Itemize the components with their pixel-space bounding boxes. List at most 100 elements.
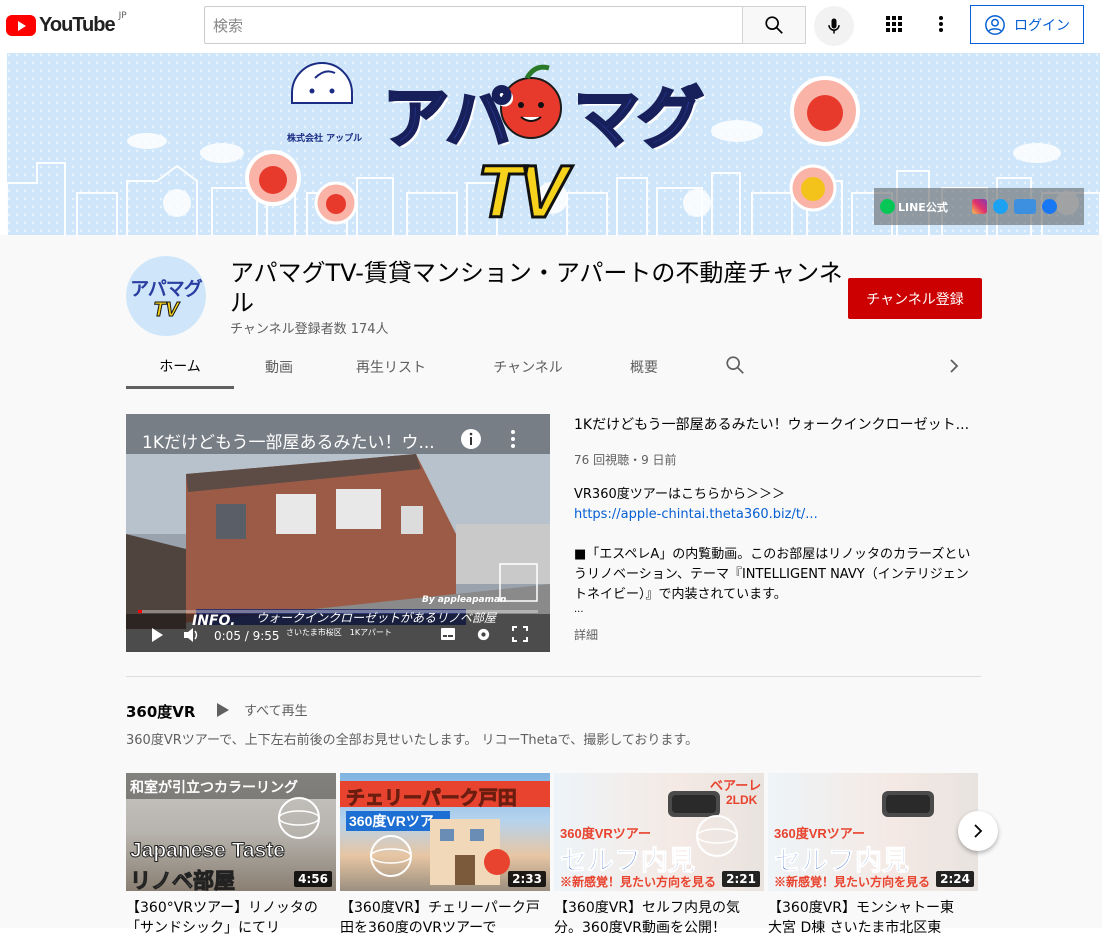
banner-title-part1: アパ [382,80,514,157]
vr360-icon [278,797,320,839]
video-duration: 2:24 [936,871,974,887]
shelf-title[interactable]: 360度VR [126,701,195,722]
company-logo: 株式会社 アップル [287,134,363,144]
channel-banner: 株式会社 アップル アパ マグ TV LINE公式 [7,53,1100,235]
play-all-label: すべて再生 [244,704,308,719]
progress-bar[interactable] [138,610,538,613]
subscriber-count: チャンネル登録者数 174人 [230,322,389,337]
settings-more-button[interactable] [931,14,951,34]
more-details-link[interactable]: 詳細 [574,626,598,643]
banner-title: アパ マグ [382,65,706,161]
instagram-icon[interactable] [971,199,987,214]
video-duration: 2:33 [508,871,546,887]
vr360-icon [696,815,738,857]
tab-videos[interactable]: 動画 [234,345,324,389]
play-icon [217,702,229,717]
station-badge [484,849,510,875]
player-title[interactable]: 1Kだけどもう一部屋あるみたい！ウ... [142,428,442,453]
video-title[interactable]: 【360度VR】チェリーパーク戸田を360度のVRツアーで [340,898,540,938]
thumb-caption: ※新感覚！見たい方向を見る [774,875,931,889]
shelf-description: 360度VRツアーで、上下左右前後の全部お見せいたします。 リコーThetaで、… [126,733,699,748]
twitter-icon[interactable] [992,199,1008,214]
top-bar: YouTube JP 検索 ログイン [0,0,1102,52]
shelf-next-button[interactable] [958,811,998,851]
search-icon [765,16,783,34]
channel-tabs: ホーム 動画 再生リスト チャンネル 概要 [126,345,690,389]
overlay-by: By appleapaman [422,595,507,605]
avatar[interactable]: アパマグ TV [126,256,206,336]
vr-headset-image [882,791,934,817]
subscribe-button[interactable]: チャンネル登録 [848,278,982,319]
desc-line2: ■「エスペレA」の内覧動画。このお部屋はリノッタのカラーズというリノベーション、… [574,547,971,602]
fullscreen-icon[interactable] [512,626,528,642]
featured-video-title[interactable]: 1Kだけどもう一部屋あるみたい！ウォークインクローゼット... [574,414,974,434]
section-divider [126,676,981,677]
logo-text: YouTube [39,13,116,36]
thumb-caption: 2LDK [726,793,758,807]
more-vert-icon[interactable] [506,428,520,450]
play-all-button[interactable]: すべて再生 [216,700,308,719]
info-icon[interactable] [460,428,482,450]
voice-search-button[interactable] [814,6,854,46]
youtube-play-icon [6,14,36,36]
video-thumbnail[interactable]: 360度VRツアー セルフ内見 ※新感覚！見たい方向を見る 2:24 [768,773,978,891]
tabs-scroll-right[interactable] [944,354,968,378]
line-icon [880,199,895,214]
video-duration: 2:21 [722,871,760,887]
tab-channels[interactable]: チャンネル [458,345,598,389]
thumb-caption: チェリーパーク戸田 [346,788,518,810]
line-label: LINE公式 [898,200,948,214]
account-circle-icon [985,14,1005,35]
login-label: ログイン [1014,17,1070,34]
line-link[interactable]: LINE公式 [880,199,948,215]
subtitles-icon[interactable] [440,627,456,641]
thumb-caption: Japanese Taste [130,839,286,863]
banner-links: LINE公式 [874,188,1084,225]
search-icon [726,356,744,374]
desc-link[interactable]: https://apple-chintai.theta360.biz/t/... [574,505,978,525]
video-thumbnail[interactable]: 和室が引立つカラーリング Japanese Taste リノベ部屋 4:56 [126,773,336,891]
channel-name: アパマグTV-賃貸マンション・アパートの不動産チャンネル [230,259,843,317]
featured-video-meta: 76 回視聴・9 日前 [574,453,677,467]
video-title[interactable]: 【360度VR】モンシャトー東大宮 D棟 さいたま市北区東 [768,898,968,938]
tab-playlists[interactable]: 再生リスト [324,345,458,389]
search-input[interactable]: 検索 [204,6,742,44]
search-placeholder: 検索 [213,16,244,35]
tab-about[interactable]: 概要 [598,345,690,389]
region-label: JP [118,11,127,21]
chevron-right-icon [950,359,959,373]
volume-icon[interactable] [182,626,200,644]
search-button[interactable] [742,6,806,44]
progress-fill [138,610,142,613]
thumb-caption: ※新感覚！見たい方向を見る [560,875,717,889]
chevron-right-icon [974,824,983,838]
play-icon[interactable] [150,627,164,643]
vr360-icon [370,835,412,877]
channel-search-button[interactable] [724,354,748,378]
mic-icon [828,18,840,34]
avatar-text: アパマグ [130,278,203,300]
settings-gear-icon[interactable] [475,626,492,643]
video-title[interactable]: 【360°VRツアー】リノッタの「サンドシック」にてリ [126,898,326,938]
desc-ellipsis: ... [574,604,584,615]
login-button[interactable]: ログイン [970,5,1084,44]
video-duration: 4:56 [294,871,332,887]
video-title[interactable]: 【360度VR】セルフ内見の気分。360度VR動画を公開！ [554,898,754,938]
apps-button[interactable] [884,14,904,34]
avatar-tv: TV [153,298,180,321]
featured-video-description: VR360度ツアーはこちらから＞＞＞ https://apple-chintai… [574,485,978,615]
video-thumbnail[interactable]: ベアーレ 2LDK 360度VRツアー セルフ内見 ※新感覚！見たい方向を見る … [554,773,764,891]
thumb-caption: 和室が引立つカラーリング [130,779,298,795]
apple-icon[interactable] [1013,199,1036,214]
tab-home[interactable]: ホーム [126,345,234,389]
featured-video-player[interactable]: 1Kだけどもう一部屋あるみたい！ウ... By appleapaman INFO… [126,414,550,652]
more-vert-icon [939,16,943,32]
youtube-logo[interactable]: YouTube JP [6,11,127,38]
facebook-icon[interactable] [1041,199,1057,214]
banner-title-part2: マグ [572,80,705,157]
apps-icon [886,16,902,32]
thumb-caption: リノベ部屋 [130,870,236,892]
overlay-sub: さいたま市桜区 1Kアパート [286,628,392,637]
banner-tv-text: TV [476,149,570,235]
video-thumbnail[interactable]: チェリーパーク戸田 360度VRツアー 2:33 [340,773,550,891]
